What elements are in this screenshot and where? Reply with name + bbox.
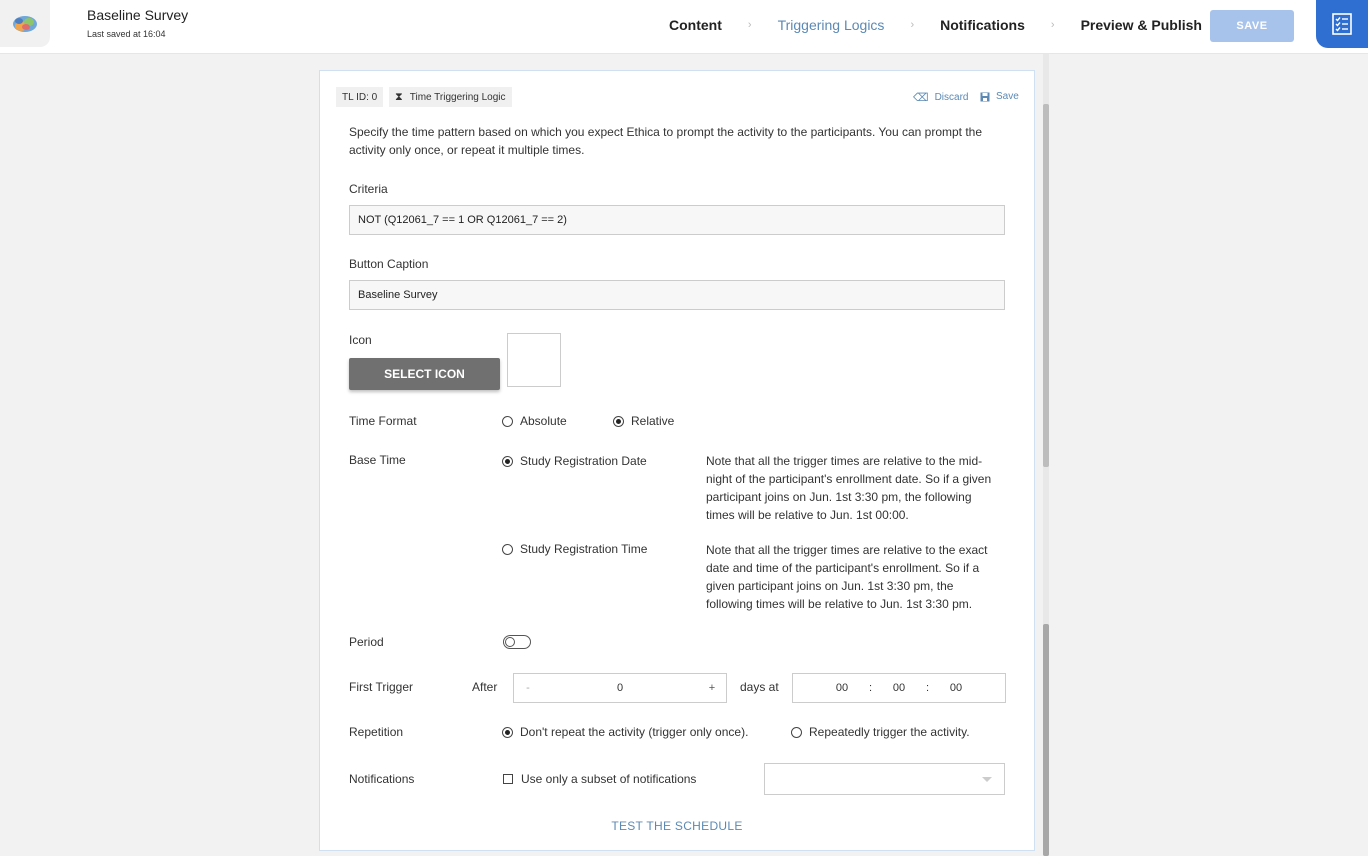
radio-circle-selected <box>502 455 513 467</box>
scrollbar-thumb-secondary[interactable] <box>1043 624 1049 856</box>
save-button[interactable]: SAVE <box>1210 10 1294 42</box>
checkbox-label: Use only a subset of notifications <box>521 772 697 786</box>
last-saved-status: Last saved at 16:04 <box>87 29 166 39</box>
radio-absolute[interactable]: Absolute <box>502 414 567 428</box>
hours-field[interactable]: 00 <box>827 682 857 694</box>
hourglass-icon: ⧗ <box>395 90 403 103</box>
chevron-down-icon <box>982 777 992 782</box>
scrollbar-thumb[interactable] <box>1043 104 1049 467</box>
tab-notifications[interactable]: Notifications <box>940 17 1025 33</box>
tl-id-badge: TL ID: 0 <box>336 87 384 107</box>
logic-type-label: Time Triggering Logic <box>409 91 506 103</box>
top-bar: Baseline Survey Last saved at 16:04 Cont… <box>0 0 1368 54</box>
checklist-icon <box>1332 13 1352 35</box>
discard-button[interactable]: ⌫ Discard <box>913 91 968 104</box>
radio-label: Absolute <box>520 414 567 428</box>
radio-circle <box>791 726 802 738</box>
radio-label: Repeatedly trigger the activity. <box>809 725 970 739</box>
button-caption-input[interactable]: Baseline Survey <box>349 280 1005 310</box>
radio-circle-selected <box>613 415 624 427</box>
radio-label: Study Registration Time <box>520 542 648 556</box>
days-input[interactable]: 0 <box>542 682 698 694</box>
time-separator: : <box>868 682 873 694</box>
chevron-right-icon: › <box>747 19 752 31</box>
editor-steps-nav: Content › Triggering Logics › Notificati… <box>669 17 1202 33</box>
radio-circle-selected <box>502 726 513 738</box>
save-label: Save <box>996 91 1019 102</box>
time-input: 00 : 00 : 00 <box>792 673 1006 703</box>
time-format-label: Time Format <box>349 414 417 428</box>
criteria-label: Criteria <box>349 182 388 196</box>
minutes-field[interactable]: 00 <box>884 682 914 694</box>
chevron-right-icon: › <box>910 19 915 31</box>
eraser-icon: ⌫ <box>913 92 929 104</box>
days-stepper: - 0 + <box>513 673 727 703</box>
radio-label: Don't repeat the activity (trigger only … <box>520 725 749 739</box>
seconds-field[interactable]: 00 <box>941 682 971 694</box>
checklist-panel-button[interactable] <box>1316 0 1368 48</box>
activity-title: Baseline Survey <box>87 7 189 23</box>
tab-triggering-logics[interactable]: Triggering Logics <box>778 17 885 33</box>
criteria-input[interactable]: NOT (Q12061_7 == 1 OR Q12061_7 == 2) <box>349 205 1005 235</box>
discard-label: Discard <box>934 92 969 103</box>
radio-label: Relative <box>631 414 675 428</box>
days-at-label: days at <box>740 680 779 694</box>
test-schedule-button[interactable]: TEST THE SCHEDULE <box>320 819 1034 833</box>
logic-type-badge: ⧗ Time Triggering Logic <box>389 87 512 107</box>
increment-button[interactable]: + <box>698 682 726 694</box>
tab-preview-publish[interactable]: Preview & Publish <box>1081 17 1202 33</box>
button-caption-label: Button Caption <box>349 257 429 271</box>
notifications-label: Notifications <box>349 772 415 786</box>
floppy-disk-icon <box>980 92 990 101</box>
radio-label: Study Registration Date <box>520 454 647 468</box>
radio-circle <box>502 543 513 555</box>
tab-content[interactable]: Content <box>669 17 722 33</box>
save-logic-button[interactable]: Save <box>980 91 1019 102</box>
registration-time-note: Note that all the trigger times are rela… <box>706 543 988 611</box>
triggering-logic-card: TL ID: 0 ⧗ Time Triggering Logic ⌫ Disca… <box>319 70 1035 851</box>
time-separator: : <box>925 682 930 694</box>
radio-study-registration-time[interactable]: Study Registration Time <box>502 542 647 556</box>
icon-label: Icon <box>349 333 372 347</box>
checkbox-box <box>503 774 513 784</box>
logic-description: Specify the time pattern based on which … <box>349 125 983 157</box>
select-icon-button[interactable]: SELECT ICON <box>349 358 500 390</box>
after-label: After <box>472 680 498 694</box>
toggle-knob <box>505 637 515 647</box>
period-label: Period <box>349 635 384 649</box>
registration-date-note: Note that all the trigger times are rela… <box>706 454 992 522</box>
chevron-right-icon: › <box>1050 19 1055 31</box>
radio-relative[interactable]: Relative <box>613 414 674 428</box>
repetition-label: Repetition <box>349 725 404 739</box>
radio-no-repeat[interactable]: Don't repeat the activity (trigger only … <box>502 725 748 739</box>
notifications-select[interactable] <box>764 763 1005 795</box>
first-trigger-label: First Trigger <box>349 680 414 694</box>
app-logo[interactable] <box>0 0 50 47</box>
radio-study-registration-date[interactable]: Study Registration Date <box>502 454 647 468</box>
radio-circle <box>502 415 513 427</box>
period-toggle[interactable] <box>503 635 531 649</box>
base-time-label: Base Time <box>349 453 406 467</box>
radio-repeat[interactable]: Repeatedly trigger the activity. <box>791 725 970 739</box>
brain-logo-icon <box>13 15 37 32</box>
decrement-button[interactable]: - <box>514 682 542 694</box>
icon-preview <box>507 333 561 387</box>
subset-notifications-checkbox[interactable]: Use only a subset of notifications <box>503 772 696 786</box>
